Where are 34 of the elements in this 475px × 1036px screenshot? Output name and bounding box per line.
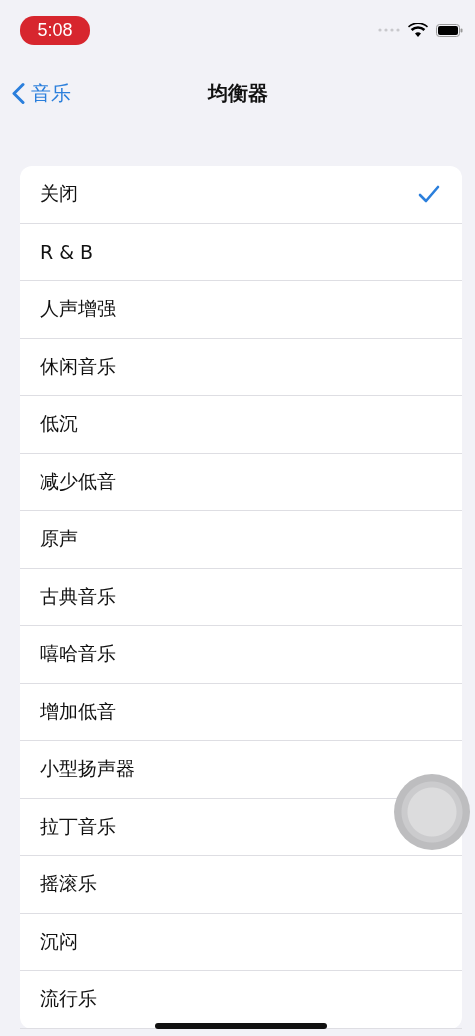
back-button[interactable]: 音乐 [8, 75, 75, 111]
preset-label: 原声 [40, 526, 78, 552]
preset-label: 小型扬声器 [40, 756, 135, 782]
preset-row[interactable]: 原声 [20, 511, 462, 569]
preset-label: 拉丁音乐 [40, 813, 116, 839]
preset-label: 减少低音 [40, 468, 116, 494]
preset-row[interactable]: 沉闷 [20, 913, 462, 971]
preset-label: 嘻哈音乐 [40, 641, 116, 667]
preset-label: 流行乐 [40, 986, 97, 1012]
preset-row[interactable]: 古典音乐 [20, 568, 462, 626]
page-title: 均衡器 [207, 79, 268, 107]
preset-row[interactable]: 人声增强 [20, 281, 462, 339]
wifi-icon [408, 22, 428, 38]
preset-row[interactable]: 休闲音乐 [20, 338, 462, 396]
preset-row[interactable]: 关闭 [20, 166, 462, 224]
preset-row[interactable]: 低沉 [20, 396, 462, 454]
preset-row[interactable]: 嘻哈音乐 [20, 626, 462, 684]
back-chevron-icon [12, 82, 25, 104]
preset-row[interactable]: 增加低音 [20, 683, 462, 741]
preset-label: R & B [40, 240, 94, 263]
preset-row[interactable]: R & B [20, 223, 462, 281]
preset-label: 增加低音 [40, 698, 116, 724]
time-badge: 5:08 [20, 15, 90, 45]
battery-icon [436, 23, 463, 37]
preset-label: 休闲音乐 [40, 353, 116, 379]
preset-label: 关闭 [40, 181, 78, 207]
preset-label: 人声增强 [40, 296, 116, 322]
preset-label: 低沉 [40, 411, 78, 437]
preset-label: 摇滚乐 [40, 871, 97, 897]
signal-icon [378, 28, 400, 32]
preset-label: 沉闷 [40, 928, 78, 954]
preset-label: 古典音乐 [40, 583, 116, 609]
preset-row[interactable]: 减少低音 [20, 453, 462, 511]
preset-row[interactable]: 摇滚乐 [20, 856, 462, 914]
